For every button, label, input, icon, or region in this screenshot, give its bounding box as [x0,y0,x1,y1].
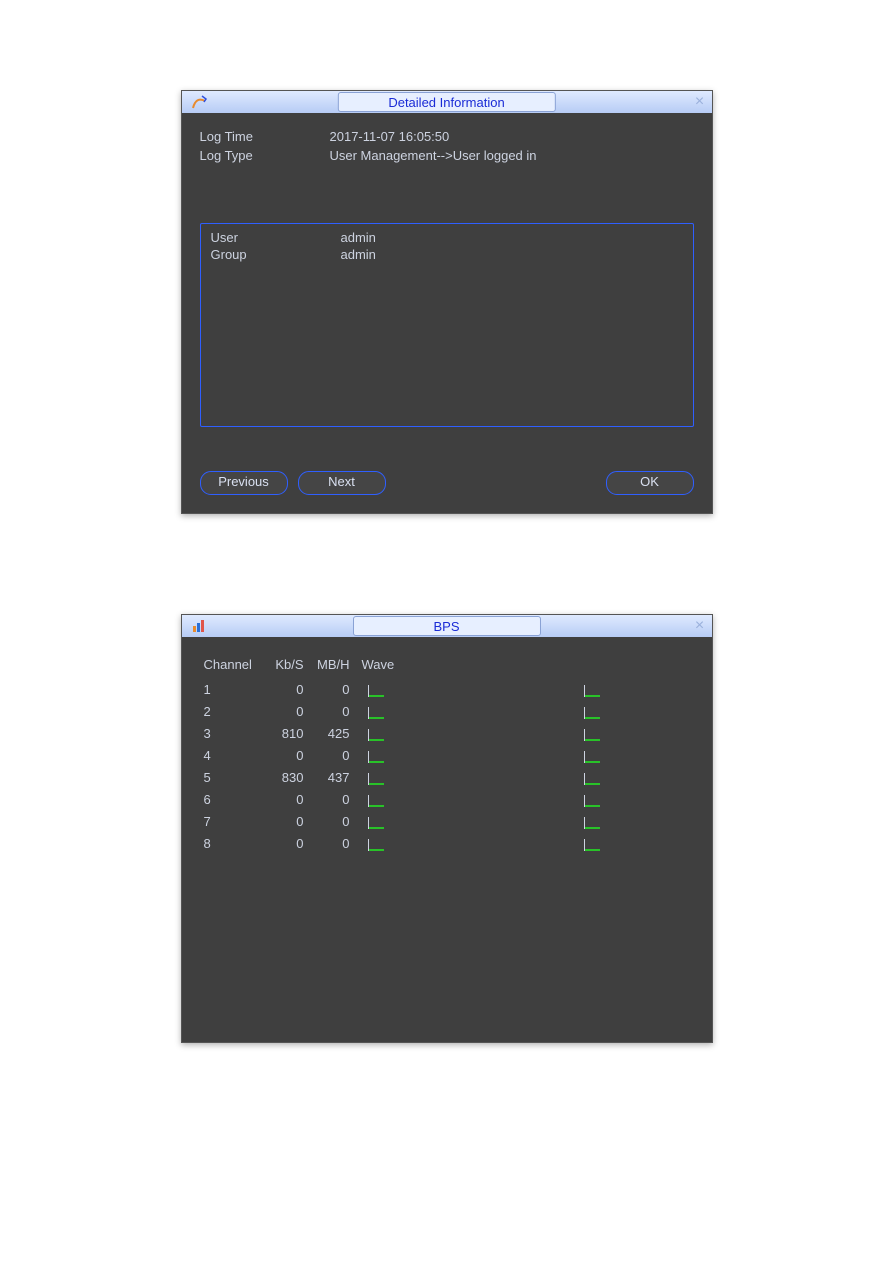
cell-channel: 6 [204,792,264,807]
titlebar: Detailed Information × [182,91,712,113]
table-row: 200 [204,700,712,722]
cell-mbh: 0 [310,836,350,851]
header-kbs: Kb/S [264,657,304,672]
log-time-label: Log Time [200,129,330,144]
wave-start-icon [368,835,384,851]
wave-start-icon [368,813,384,829]
close-icon[interactable]: × [692,618,708,634]
ok-button[interactable]: OK [606,471,694,495]
wave-end-icon [584,769,600,785]
next-button[interactable]: Next [298,471,386,495]
log-type-label: Log Type [200,148,330,163]
cell-channel: 7 [204,814,264,829]
log-time-value: 2017-11-07 16:05:50 [330,129,450,144]
detailed-information-dialog: Detailed Information × Log Time 2017-11-… [181,90,713,514]
wave-end-icon [584,747,600,763]
wave-end-icon [584,681,600,697]
user-label: User [211,230,341,245]
wave-end-icon [584,835,600,851]
cell-mbh: 0 [310,814,350,829]
group-label: Group [211,247,341,262]
cell-channel: 3 [204,726,264,741]
cell-kbs: 810 [264,726,304,741]
cell-kbs: 0 [264,748,304,763]
cell-channel: 8 [204,836,264,851]
wave-start-icon [368,725,384,741]
table-row: 600 [204,788,712,810]
wave-end-icon [584,791,600,807]
cell-kbs: 0 [264,704,304,719]
table-row: 400 [204,744,712,766]
cell-mbh: 0 [310,682,350,697]
cell-channel: 1 [204,682,264,697]
header-channel: Channel [204,657,264,672]
user-value: admin [341,230,376,245]
cell-channel: 4 [204,748,264,763]
cell-kbs: 0 [264,682,304,697]
table-row: 100 [204,678,712,700]
cell-mbh: 0 [310,792,350,807]
wave-start-icon [368,703,384,719]
app-icon [188,617,212,635]
log-time-row: Log Time 2017-11-07 16:05:50 [200,129,694,144]
dialog-title: Detailed Information [337,92,555,112]
table-row: 800 [204,832,712,854]
cell-mbh: 0 [310,748,350,763]
cell-kbs: 0 [264,792,304,807]
bps-header-row: Channel Kb/S MB/H Wave [204,657,712,672]
wave-start-icon [368,769,384,785]
button-row: Previous Next OK [200,471,694,495]
table-row: 3810 425 [204,722,712,744]
titlebar: BPS × [182,615,712,637]
group-value: admin [341,247,376,262]
wave-start-icon [368,791,384,807]
app-icon [188,93,212,111]
log-type-value: User Management-->User logged in [330,148,537,163]
close-icon[interactable]: × [692,94,708,110]
wave-end-icon [584,813,600,829]
cell-mbh: 437 [310,770,350,785]
wave-end-icon [584,703,600,719]
detail-box: User admin Group admin [200,223,694,427]
table-row: 5830 437 [204,766,712,788]
wave-end-icon [584,725,600,741]
table-row: 700 [204,810,712,832]
dialog-title: BPS [352,616,540,636]
wave-start-icon [368,747,384,763]
bps-dialog: BPS × Channel Kb/S MB/H Wave 10020038104… [181,614,713,1043]
cell-mbh: 0 [310,704,350,719]
cell-channel: 5 [204,770,264,785]
cell-channel: 2 [204,704,264,719]
header-wave: Wave [362,657,410,672]
cell-kbs: 0 [264,814,304,829]
previous-button[interactable]: Previous [200,471,288,495]
cell-kbs: 0 [264,836,304,851]
cell-kbs: 830 [264,770,304,785]
header-mbh: MB/H [310,657,350,672]
cell-mbh: 425 [310,726,350,741]
log-type-row: Log Type User Management-->User logged i… [200,148,694,163]
wave-start-icon [368,681,384,697]
